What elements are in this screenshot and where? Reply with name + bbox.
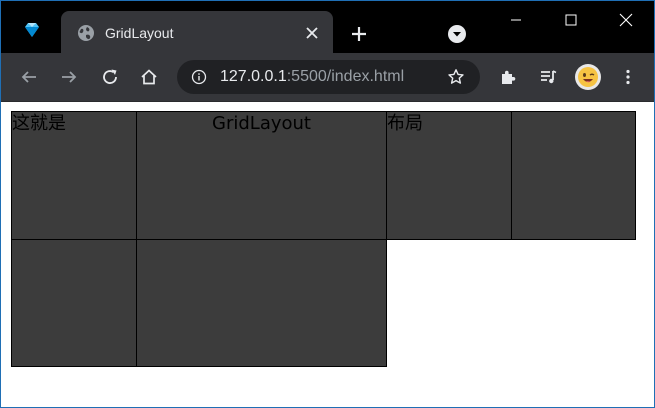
tab-close-button[interactable] bbox=[303, 24, 321, 42]
close-icon bbox=[619, 13, 633, 27]
minimize-button[interactable] bbox=[488, 1, 544, 39]
star-icon[interactable] bbox=[447, 68, 465, 86]
profile-avatar[interactable] bbox=[575, 64, 601, 90]
plus-icon bbox=[352, 27, 366, 41]
menu-button[interactable] bbox=[616, 65, 640, 89]
address-bar[interactable]: 127.0.0.1:5500/index.html bbox=[177, 60, 480, 94]
playlist-icon bbox=[541, 70, 557, 84]
tab-strip: GridLayout bbox=[1, 1, 654, 53]
minimize-icon bbox=[511, 19, 521, 21]
kebab-menu-icon bbox=[626, 69, 630, 85]
pinned-tab[interactable] bbox=[21, 19, 43, 41]
maximize-button[interactable] bbox=[543, 1, 599, 39]
close-icon bbox=[306, 27, 318, 39]
url-host: 127.0.0.1 bbox=[220, 68, 287, 85]
maximize-icon bbox=[565, 14, 577, 26]
media-control-button[interactable] bbox=[536, 65, 560, 89]
arrow-right-icon bbox=[62, 71, 77, 83]
chevron-down-circle-icon bbox=[448, 25, 466, 43]
grid-cell-4 bbox=[511, 111, 636, 240]
page-viewport: 这就是 GridLayout 布局 bbox=[1, 102, 654, 407]
grid-cell-2: GridLayout bbox=[136, 111, 387, 240]
grid-cell-3: 布局 bbox=[386, 111, 512, 240]
new-tab-button[interactable] bbox=[348, 23, 370, 45]
arrow-left-icon bbox=[21, 71, 36, 83]
forward-button[interactable] bbox=[57, 65, 81, 89]
browser-window: GridLayout 127.0.0.1:5500/index.html 这就是… bbox=[0, 0, 655, 408]
puzzle-icon bbox=[502, 70, 516, 84]
gem-icon bbox=[25, 23, 39, 37]
info-icon[interactable] bbox=[191, 69, 207, 85]
url-text[interactable]: 127.0.0.1:5500/index.html bbox=[220, 68, 404, 86]
grid-cell-6 bbox=[136, 239, 387, 367]
tab-active[interactable]: GridLayout bbox=[61, 11, 333, 53]
home-icon bbox=[141, 69, 157, 85]
reload-button[interactable] bbox=[98, 65, 122, 89]
emoji-face-icon bbox=[578, 67, 598, 87]
home-button[interactable] bbox=[137, 65, 161, 89]
grid-cell-5 bbox=[11, 239, 137, 367]
back-button[interactable] bbox=[17, 65, 41, 89]
browser-toolbar: 127.0.0.1:5500/index.html bbox=[1, 53, 654, 102]
window-close-button[interactable] bbox=[598, 1, 654, 39]
url-path: :5500/index.html bbox=[286, 68, 405, 85]
extensions-button[interactable] bbox=[496, 65, 520, 89]
tab-title: GridLayout bbox=[105, 25, 174, 41]
globe-icon bbox=[78, 25, 94, 41]
reload-icon bbox=[103, 69, 117, 84]
tab-search-button[interactable] bbox=[447, 24, 467, 44]
grid-cell-1: 这就是 bbox=[11, 111, 137, 240]
